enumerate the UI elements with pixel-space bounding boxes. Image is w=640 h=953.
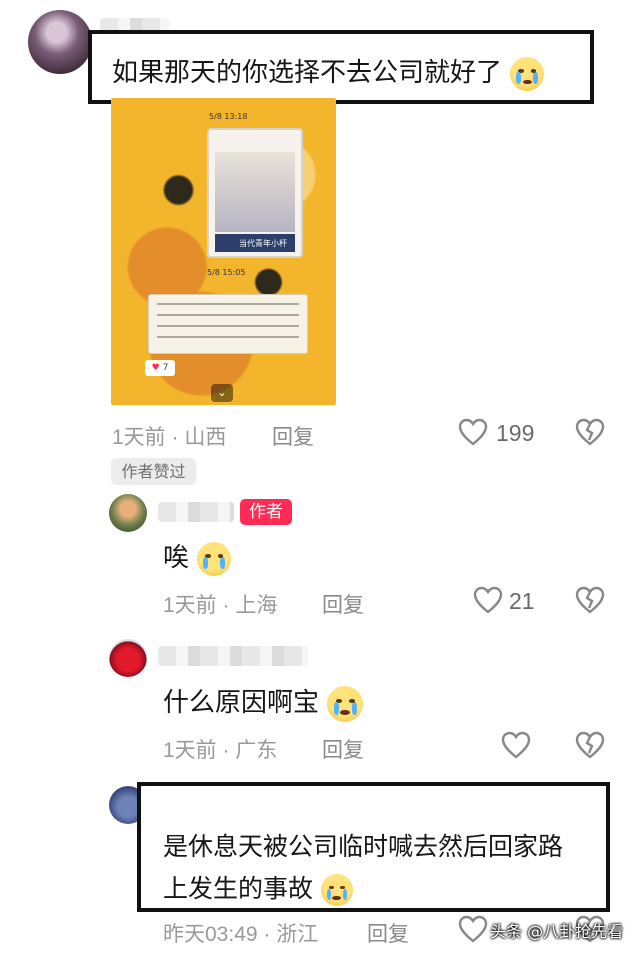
image-chat-bubble xyxy=(148,294,308,354)
author-liked-tag: 作者赞过 xyxy=(111,458,196,485)
like-heart-icon[interactable] xyxy=(501,731,531,759)
dislike-broken-heart-icon[interactable] xyxy=(575,586,605,614)
image-timestamp: 5/8 13:18 xyxy=(209,112,248,121)
reply-button[interactable]: 回复 xyxy=(367,918,409,948)
username-blurred[interactable] xyxy=(158,502,234,522)
comment-image-screenshot[interactable]: 5/8 13:18 当代青年小杆 5/8 15:05 ♥ 7 ⌄ xyxy=(111,98,336,405)
source-watermark: 头条 @八卦抢先看 xyxy=(490,922,624,941)
like-heart-icon[interactable] xyxy=(458,915,488,943)
dislike-broken-heart-icon[interactable] xyxy=(575,731,605,759)
comment-highlight-box: 是休息天被公司临时喊去然后回家路 上发生的事故 xyxy=(137,782,610,912)
comment-highlight-box: 如果那天的你选择不去公司就好了 xyxy=(88,30,594,104)
pleading-crying-emoji-icon xyxy=(327,685,364,722)
comment-text: 如果那天的你选择不去公司就好了 xyxy=(112,58,503,88)
heart-icon: ♥ xyxy=(151,363,160,373)
avatar[interactable] xyxy=(109,639,147,677)
like-heart-icon[interactable] xyxy=(473,586,503,614)
reply-button[interactable]: 回复 xyxy=(322,734,364,764)
comment-text-line: 是休息天被公司临时喊去然后回家路 xyxy=(163,832,564,861)
crying-emoji-icon xyxy=(320,874,353,906)
username-blurred[interactable] xyxy=(158,646,308,666)
image-react-count: 7 xyxy=(162,363,169,373)
avatar[interactable] xyxy=(28,10,92,74)
author-badge: 作者 xyxy=(240,499,292,525)
teary-eyes-emoji-icon xyxy=(197,541,232,576)
avatar[interactable] xyxy=(109,494,147,532)
comment-time-location: 1天前 · 上海 xyxy=(163,594,278,617)
crying-emoji-icon xyxy=(510,56,545,91)
image-timestamp: 5/8 15:05 xyxy=(207,268,246,277)
reply-button[interactable]: 回复 xyxy=(272,421,314,451)
image-card-caption: 当代青年小杆 xyxy=(239,239,287,248)
like-count: 21 xyxy=(509,588,535,614)
chevron-down-icon[interactable]: ⌄ xyxy=(211,384,233,402)
comment-time-location: 昨天03:49 · 浙江 xyxy=(163,923,319,946)
comment-text-line: 上发生的事故 xyxy=(163,874,314,903)
dislike-broken-heart-icon[interactable] xyxy=(575,418,605,446)
comment-time-location: 1天前 · 山西 xyxy=(112,426,227,449)
image-inner-card: 当代青年小杆 xyxy=(207,128,303,258)
like-count: 199 xyxy=(496,420,535,446)
like-heart-icon[interactable] xyxy=(458,418,488,446)
reply-button[interactable]: 回复 xyxy=(322,589,364,619)
comment-text: 唉 xyxy=(163,543,190,573)
comment-text: 什么原因啊宝 xyxy=(163,688,320,718)
comment-time-location: 1天前 · 广东 xyxy=(163,739,278,762)
